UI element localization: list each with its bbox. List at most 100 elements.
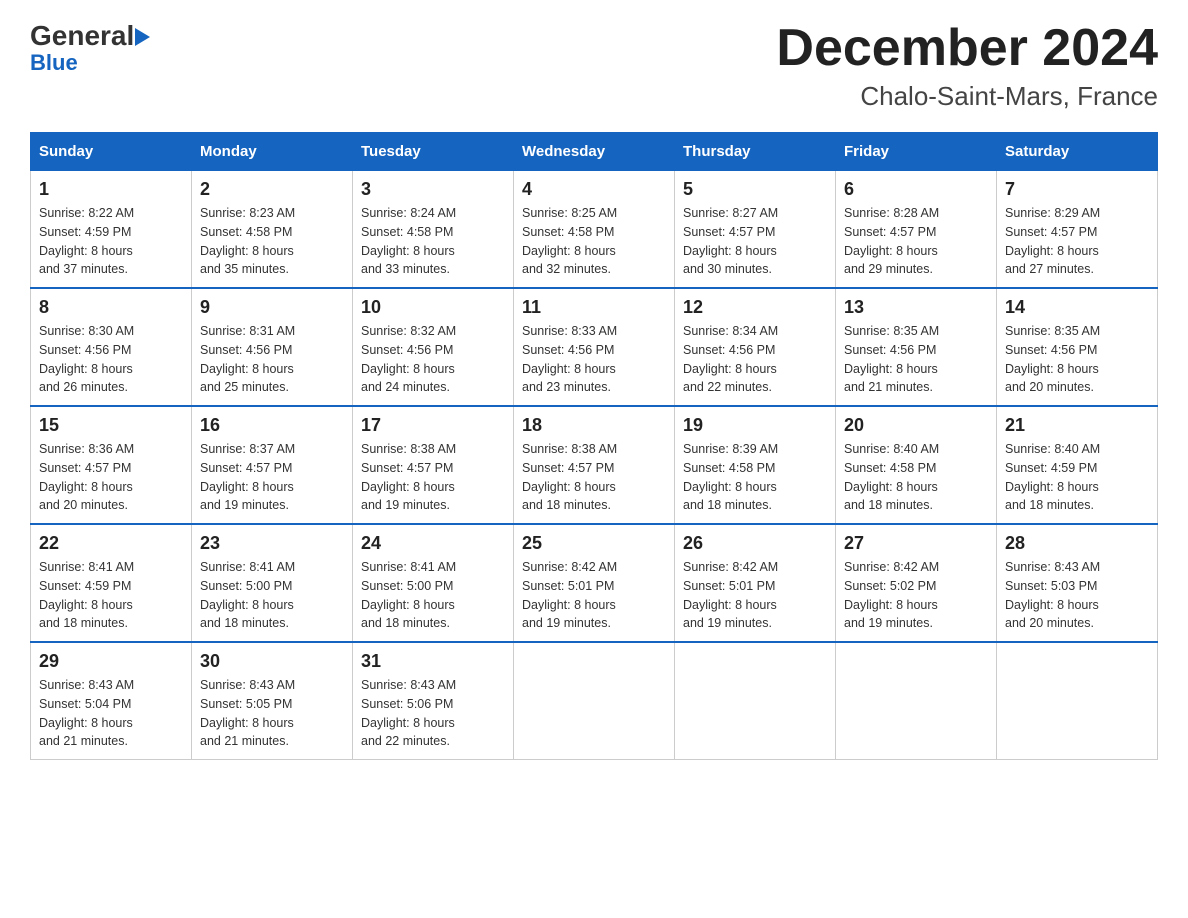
day-info: Sunrise: 8:31 AMSunset: 4:56 PMDaylight:… <box>200 322 344 397</box>
calendar-cell <box>997 642 1158 760</box>
day-number: 20 <box>844 415 988 436</box>
calendar-cell: 16Sunrise: 8:37 AMSunset: 4:57 PMDayligh… <box>192 406 353 524</box>
day-info: Sunrise: 8:42 AMSunset: 5:01 PMDaylight:… <box>683 558 827 633</box>
calendar-cell: 21Sunrise: 8:40 AMSunset: 4:59 PMDayligh… <box>997 406 1158 524</box>
location-title: Chalo-Saint-Mars, France <box>776 81 1158 112</box>
day-number: 5 <box>683 179 827 200</box>
header-sunday: Sunday <box>31 133 192 171</box>
calendar-cell: 27 Sunrise: 8:42 AMSunset: 5:02 PMDayligh… <box>836 524 997 642</box>
day-number: 25 <box>522 533 666 554</box>
calendar-cell: 23Sunrise: 8:41 AMSunset: 5:00 PMDayligh… <box>192 524 353 642</box>
calendar-cell: 15Sunrise: 8:36 AMSunset: 4:57 PMDayligh… <box>31 406 192 524</box>
logo-general-text: General <box>30 20 134 52</box>
day-info: Sunrise: 8:27 AMSunset: 4:57 PMDaylight:… <box>683 204 827 279</box>
header-friday: Friday <box>836 133 997 171</box>
day-info: Sunrise: 8:32 AMSunset: 4:56 PMDaylight:… <box>361 322 505 397</box>
day-number: 15 <box>39 415 183 436</box>
day-info: Sunrise: 8:25 AMSunset: 4:58 PMDaylight:… <box>522 204 666 279</box>
calendar-cell: 17 Sunrise: 8:38 AMSunset: 4:57 PMDayligh… <box>353 406 514 524</box>
day-number: 17 <box>361 415 505 436</box>
day-info: Sunrise: 8:35 AMSunset: 4:56 PMDaylight:… <box>844 322 988 397</box>
calendar-cell: 5 Sunrise: 8:27 AMSunset: 4:57 PMDaylight… <box>675 171 836 289</box>
calendar-cell: 18 Sunrise: 8:38 AMSunset: 4:57 PMDayligh… <box>514 406 675 524</box>
logo-blue-text: Blue <box>30 50 78 76</box>
day-info: Sunrise: 8:22 AMSunset: 4:59 PMDaylight:… <box>39 204 183 279</box>
logo: General Blue <box>30 20 150 76</box>
day-info: Sunrise: 8:43 AMSunset: 5:06 PMDaylight:… <box>361 676 505 751</box>
day-info: Sunrise: 8:42 AMSunset: 5:02 PMDaylight:… <box>844 558 988 633</box>
calendar-cell: 14 Sunrise: 8:35 AMSunset: 4:56 PMDayligh… <box>997 288 1158 406</box>
calendar-cell: 28 Sunrise: 8:43 AMSunset: 5:03 PMDayligh… <box>997 524 1158 642</box>
day-number: 26 <box>683 533 827 554</box>
calendar-cell: 13Sunrise: 8:35 AMSunset: 4:56 PMDayligh… <box>836 288 997 406</box>
day-number: 1 <box>39 179 183 200</box>
day-number: 12 <box>683 297 827 318</box>
day-number: 8 <box>39 297 183 318</box>
calendar-cell: 25Sunrise: 8:42 AMSunset: 5:01 PMDayligh… <box>514 524 675 642</box>
calendar-cell: 12 Sunrise: 8:34 AMSunset: 4:56 PMDayligh… <box>675 288 836 406</box>
day-number: 6 <box>844 179 988 200</box>
day-number: 7 <box>1005 179 1149 200</box>
day-number: 10 <box>361 297 505 318</box>
calendar-cell: 26 Sunrise: 8:42 AMSunset: 5:01 PMDayligh… <box>675 524 836 642</box>
week-row-2: 8 Sunrise: 8:30 AMSunset: 4:56 PMDaylight… <box>31 288 1158 406</box>
calendar-cell: 2Sunrise: 8:23 AMSunset: 4:58 PMDaylight… <box>192 171 353 289</box>
page-header: General Blue December 2024 Chalo-Saint-M… <box>30 20 1158 112</box>
day-info: Sunrise: 8:38 AMSunset: 4:57 PMDaylight:… <box>522 440 666 515</box>
day-info: Sunrise: 8:34 AMSunset: 4:56 PMDaylight:… <box>683 322 827 397</box>
day-info: Sunrise: 8:43 AMSunset: 5:03 PMDaylight:… <box>1005 558 1149 633</box>
day-number: 14 <box>1005 297 1149 318</box>
day-info: Sunrise: 8:35 AMSunset: 4:56 PMDaylight:… <box>1005 322 1149 397</box>
day-number: 16 <box>200 415 344 436</box>
day-info: Sunrise: 8:23 AMSunset: 4:58 PMDaylight:… <box>200 204 344 279</box>
title-area: December 2024 Chalo-Saint-Mars, France <box>776 20 1158 112</box>
calendar-header: SundayMondayTuesdayWednesdayThursdayFrid… <box>31 133 1158 171</box>
calendar-cell <box>675 642 836 760</box>
day-info: Sunrise: 8:29 AMSunset: 4:57 PMDaylight:… <box>1005 204 1149 279</box>
day-info: Sunrise: 8:40 AMSunset: 4:58 PMDaylight:… <box>844 440 988 515</box>
calendar-cell: 7 Sunrise: 8:29 AMSunset: 4:57 PMDaylight… <box>997 171 1158 289</box>
calendar-cell: 8 Sunrise: 8:30 AMSunset: 4:56 PMDaylight… <box>31 288 192 406</box>
day-number: 30 <box>200 651 344 672</box>
day-number: 11 <box>522 297 666 318</box>
calendar-cell: 20 Sunrise: 8:40 AMSunset: 4:58 PMDayligh… <box>836 406 997 524</box>
calendar-cell: 22Sunrise: 8:41 AMSunset: 4:59 PMDayligh… <box>31 524 192 642</box>
month-title: December 2024 <box>776 20 1158 77</box>
week-row-3: 15Sunrise: 8:36 AMSunset: 4:57 PMDayligh… <box>31 406 1158 524</box>
day-info: Sunrise: 8:43 AMSunset: 5:04 PMDaylight:… <box>39 676 183 751</box>
day-number: 27 <box>844 533 988 554</box>
week-row-4: 22Sunrise: 8:41 AMSunset: 4:59 PMDayligh… <box>31 524 1158 642</box>
day-info: Sunrise: 8:30 AMSunset: 4:56 PMDaylight:… <box>39 322 183 397</box>
header-tuesday: Tuesday <box>353 133 514 171</box>
day-number: 31 <box>361 651 505 672</box>
day-info: Sunrise: 8:33 AMSunset: 4:56 PMDaylight:… <box>522 322 666 397</box>
calendar-cell: 6 Sunrise: 8:28 AMSunset: 4:57 PMDaylight… <box>836 171 997 289</box>
day-info: Sunrise: 8:28 AMSunset: 4:57 PMDaylight:… <box>844 204 988 279</box>
header-wednesday: Wednesday <box>514 133 675 171</box>
calendar-cell <box>514 642 675 760</box>
day-info: Sunrise: 8:41 AMSunset: 5:00 PMDaylight:… <box>361 558 505 633</box>
calendar-cell: 19Sunrise: 8:39 AMSunset: 4:58 PMDayligh… <box>675 406 836 524</box>
day-info: Sunrise: 8:40 AMSunset: 4:59 PMDaylight:… <box>1005 440 1149 515</box>
calendar-cell: 4Sunrise: 8:25 AMSunset: 4:58 PMDaylight… <box>514 171 675 289</box>
day-info: Sunrise: 8:41 AMSunset: 5:00 PMDaylight:… <box>200 558 344 633</box>
day-number: 28 <box>1005 533 1149 554</box>
day-number: 18 <box>522 415 666 436</box>
calendar-body: 1 Sunrise: 8:22 AMSunset: 4:59 PMDaylight… <box>31 171 1158 760</box>
day-info: Sunrise: 8:41 AMSunset: 4:59 PMDaylight:… <box>39 558 183 633</box>
day-number: 3 <box>361 179 505 200</box>
calendar-table: SundayMondayTuesdayWednesdayThursdayFrid… <box>30 132 1158 760</box>
day-info: Sunrise: 8:43 AMSunset: 5:05 PMDaylight:… <box>200 676 344 751</box>
calendar-cell: 10 Sunrise: 8:32 AMSunset: 4:56 PMDayligh… <box>353 288 514 406</box>
calendar-cell: 30 Sunrise: 8:43 AMSunset: 5:05 PMDayligh… <box>192 642 353 760</box>
calendar-cell: 29 Sunrise: 8:43 AMSunset: 5:04 PMDayligh… <box>31 642 192 760</box>
day-info: Sunrise: 8:38 AMSunset: 4:57 PMDaylight:… <box>361 440 505 515</box>
day-info: Sunrise: 8:24 AMSunset: 4:58 PMDaylight:… <box>361 204 505 279</box>
header-thursday: Thursday <box>675 133 836 171</box>
day-number: 29 <box>39 651 183 672</box>
week-row-5: 29 Sunrise: 8:43 AMSunset: 5:04 PMDayligh… <box>31 642 1158 760</box>
header-monday: Monday <box>192 133 353 171</box>
day-info: Sunrise: 8:39 AMSunset: 4:58 PMDaylight:… <box>683 440 827 515</box>
day-number: 9 <box>200 297 344 318</box>
header-saturday: Saturday <box>997 133 1158 171</box>
